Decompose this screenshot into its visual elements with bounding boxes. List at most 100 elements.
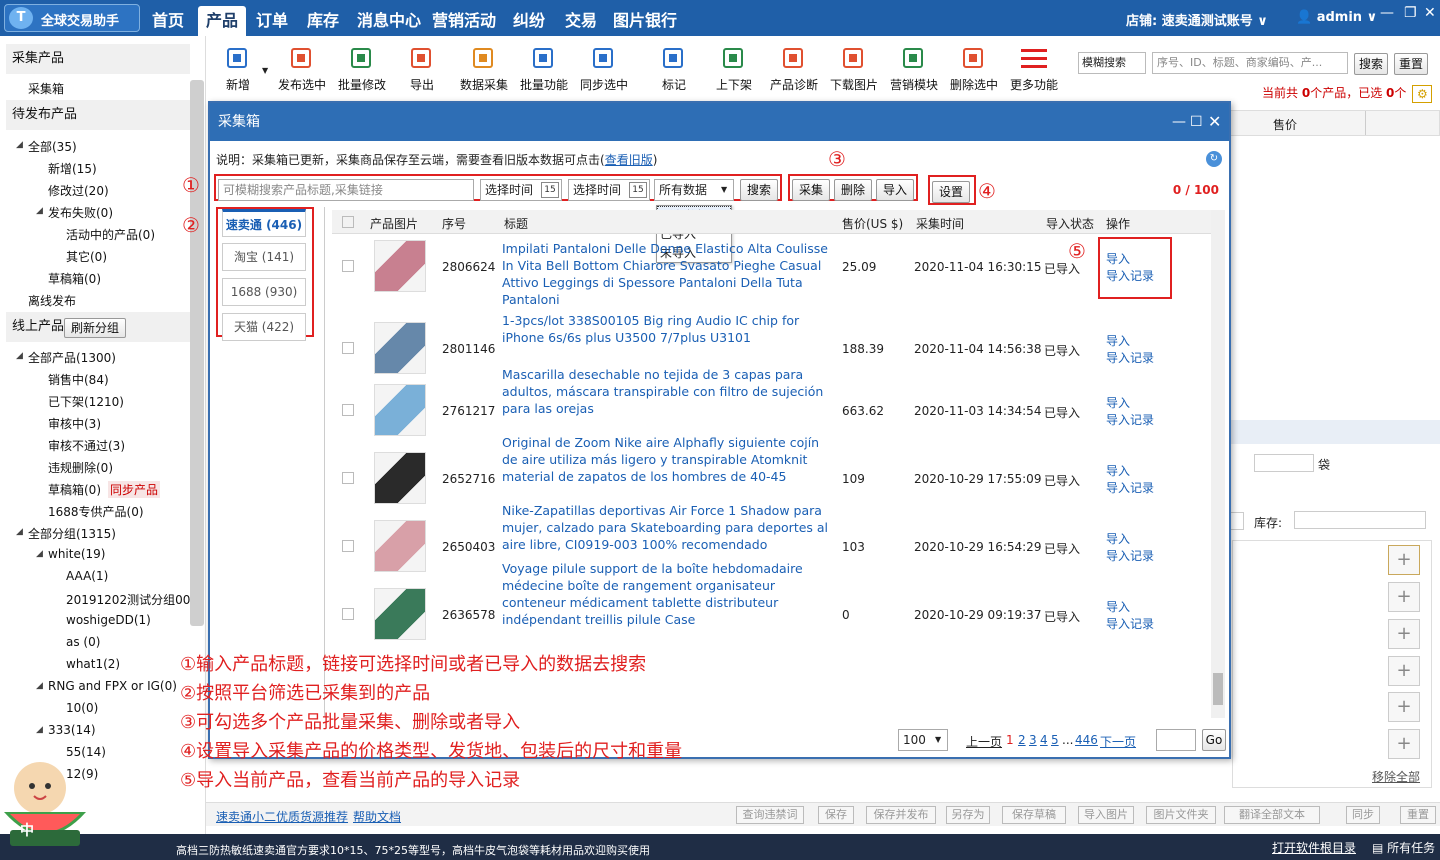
table-row[interactable]: 2636578 Voyage pilule support de la boîte…: [332, 561, 1216, 646]
count-input[interactable]: [1254, 454, 1314, 472]
toolbar-button-6[interactable]: 批量功能: [512, 46, 576, 93]
tab-1688[interactable]: 1688 (930): [222, 278, 306, 306]
remove-all-link[interactable]: 移除全部: [1372, 768, 1420, 785]
toolbar-button-1[interactable]: 新增: [206, 46, 270, 93]
editor-action-button-6[interactable]: 导入图片: [1078, 806, 1134, 824]
sidebar-tree-item[interactable]: 修改过(20): [48, 182, 109, 199]
expand-icon[interactable]: ◢: [36, 681, 43, 691]
page-4[interactable]: 4: [1040, 733, 1048, 747]
expand-icon[interactable]: ◢: [36, 206, 43, 216]
toolbar-button-3[interactable]: 批量修改: [330, 46, 394, 93]
sidebar-tree-item[interactable]: 333(14): [48, 723, 96, 737]
import-link[interactable]: 导入: [1106, 531, 1130, 548]
all-tasks-button[interactable]: ▤ 所有任务: [1372, 839, 1435, 856]
sidebar-tree-item[interactable]: white(19): [48, 547, 105, 561]
sidebar-tree-item[interactable]: RNG and FPX or IG(0): [48, 679, 177, 693]
import-record-link[interactable]: 导入记录: [1106, 350, 1154, 367]
sidebar-tree-item[interactable]: 全部产品(1300): [28, 349, 116, 366]
toolbar-button-4[interactable]: 导出: [390, 46, 454, 93]
calendar-icon[interactable]: 15: [541, 182, 559, 198]
page-size-select[interactable]: 100 ▼: [898, 729, 948, 751]
table-row[interactable]: 2652716 Original de Zoom Nike aire Alphaf…: [332, 435, 1216, 510]
toolbar-button-11[interactable]: 下载图片: [822, 46, 886, 93]
reset-button[interactable]: 重置: [1394, 53, 1428, 75]
row-checkbox[interactable]: [342, 608, 354, 620]
sidebar-tree-item[interactable]: 销售中(84): [48, 371, 109, 388]
sidebar-tree-item[interactable]: as (0): [66, 635, 100, 649]
refresh-group-button[interactable]: 刷新分组: [64, 318, 126, 338]
product-title-link[interactable]: Impilati Pantaloni Delle Donne Elastico …: [502, 240, 832, 308]
add-image-button[interactable]: +: [1388, 619, 1420, 649]
sidebar-tree-item[interactable]: 发布失败(0): [48, 204, 113, 221]
app-logo[interactable]: T 全球交易助手: [4, 4, 140, 32]
sidebar-tree-item[interactable]: AAA(1): [66, 569, 108, 583]
toolbar-button-14[interactable]: 更多功能: [1002, 46, 1066, 93]
minimize-icon[interactable]: —: [1172, 103, 1186, 141]
import-link[interactable]: 导入: [1106, 333, 1130, 350]
import-record-link[interactable]: 导入记录: [1106, 480, 1154, 497]
nav-inventory[interactable]: 库存: [307, 6, 339, 36]
row-checkbox[interactable]: [342, 404, 354, 416]
sidebar-tree-item[interactable]: 其它(0): [66, 248, 107, 265]
nav-disputes[interactable]: 纠纷: [513, 6, 545, 36]
import-link[interactable]: 导入: [1106, 395, 1130, 412]
tab-taobao[interactable]: 淘宝 (141): [222, 243, 306, 271]
sync-products-button[interactable]: 同步产品: [108, 481, 161, 498]
toolbar-button-9[interactable]: 上下架: [702, 46, 766, 93]
delete-button[interactable]: 删除: [834, 179, 872, 201]
sidebar-tree-item[interactable]: 草稿箱(0): [48, 270, 101, 287]
sidebar-tree-item[interactable]: 审核不通过(3): [48, 437, 125, 454]
import-record-link[interactable]: 导入记录: [1106, 548, 1154, 565]
toolbar-button-7[interactable]: 同步选中: [572, 46, 636, 93]
supplier-link[interactable]: 速卖通小二优质货源推荐: [216, 808, 348, 825]
collect-button[interactable]: 采集: [792, 179, 830, 201]
mascot-watermelon-icon[interactable]: 中: [0, 758, 90, 848]
search-button[interactable]: 搜索: [1354, 53, 1388, 75]
import-link[interactable]: 导入: [1106, 599, 1130, 616]
expand-icon[interactable]: ◢: [16, 527, 23, 537]
add-image-button[interactable]: +: [1388, 729, 1420, 759]
next-page-link[interactable]: 下一页: [1100, 733, 1136, 750]
search-mode-select[interactable]: 模糊搜索: [1078, 52, 1146, 74]
toolbar-button-10[interactable]: 产品诊断: [762, 46, 826, 93]
select-all-checkbox[interactable]: [342, 216, 354, 228]
toolbar-button-13[interactable]: 删除选中: [942, 46, 1006, 93]
maximize-icon[interactable]: ☐: [1190, 103, 1203, 141]
sidebar-tree-item[interactable]: 全部(35): [28, 138, 77, 155]
tab-tmall[interactable]: 天猫 (422): [222, 313, 306, 341]
nav-orders[interactable]: 订单: [256, 6, 288, 36]
page-2[interactable]: 2: [1018, 733, 1026, 747]
editor-action-button-1[interactable]: 查询违禁词: [736, 806, 804, 824]
calendar-icon[interactable]: 15: [629, 182, 647, 198]
sidebar-tree-item[interactable]: 55(14): [66, 745, 106, 759]
row-checkbox[interactable]: [342, 260, 354, 272]
product-title-link[interactable]: Mascarilla desechable no tejida de 3 cap…: [502, 366, 832, 417]
sidebar-tree-item[interactable]: 全部分组(1315): [28, 525, 116, 542]
old-version-link[interactable]: 查看旧版: [605, 153, 653, 167]
page-last[interactable]: 446: [1075, 733, 1098, 747]
nav-marketing[interactable]: 营销活动: [432, 6, 496, 36]
nav-products[interactable]: 产品: [198, 6, 246, 36]
product-search-input[interactable]: 可模糊搜索产品标题,采集链接: [218, 179, 474, 201]
stock-input[interactable]: [1294, 511, 1426, 529]
close-icon[interactable]: ✕: [1424, 5, 1436, 21]
go-button[interactable]: Go: [1202, 729, 1226, 751]
sidebar-tree-item[interactable]: 20191202测试分组001: [66, 591, 198, 608]
expand-icon[interactable]: ◢: [36, 549, 43, 559]
refresh-icon[interactable]: ↻: [1206, 151, 1222, 167]
editor-action-button-7[interactable]: 图片文件夹: [1146, 806, 1216, 824]
help-link[interactable]: 帮助文档: [353, 808, 401, 825]
editor-action-button-2[interactable]: 保存: [818, 806, 854, 824]
product-title-link[interactable]: Voyage pilule support de la boîte hebdom…: [502, 560, 832, 628]
row-checkbox[interactable]: [342, 472, 354, 484]
sidebar-tree-item[interactable]: what1(2): [66, 657, 120, 671]
import-record-link[interactable]: 导入记录: [1106, 616, 1154, 633]
dialog-search-button[interactable]: 搜索: [740, 179, 778, 201]
page-jump-input[interactable]: [1156, 729, 1196, 751]
editor-action-button-4[interactable]: 另存为: [946, 806, 990, 824]
tab-aliexpress[interactable]: 速卖通 (446): [222, 209, 306, 237]
expand-icon[interactable]: ◢: [16, 140, 23, 150]
user-menu[interactable]: 👤 admin ∨: [1296, 10, 1377, 25]
page-3[interactable]: 3: [1029, 733, 1037, 747]
open-dir-link[interactable]: 打开软件根目录: [1272, 839, 1356, 856]
